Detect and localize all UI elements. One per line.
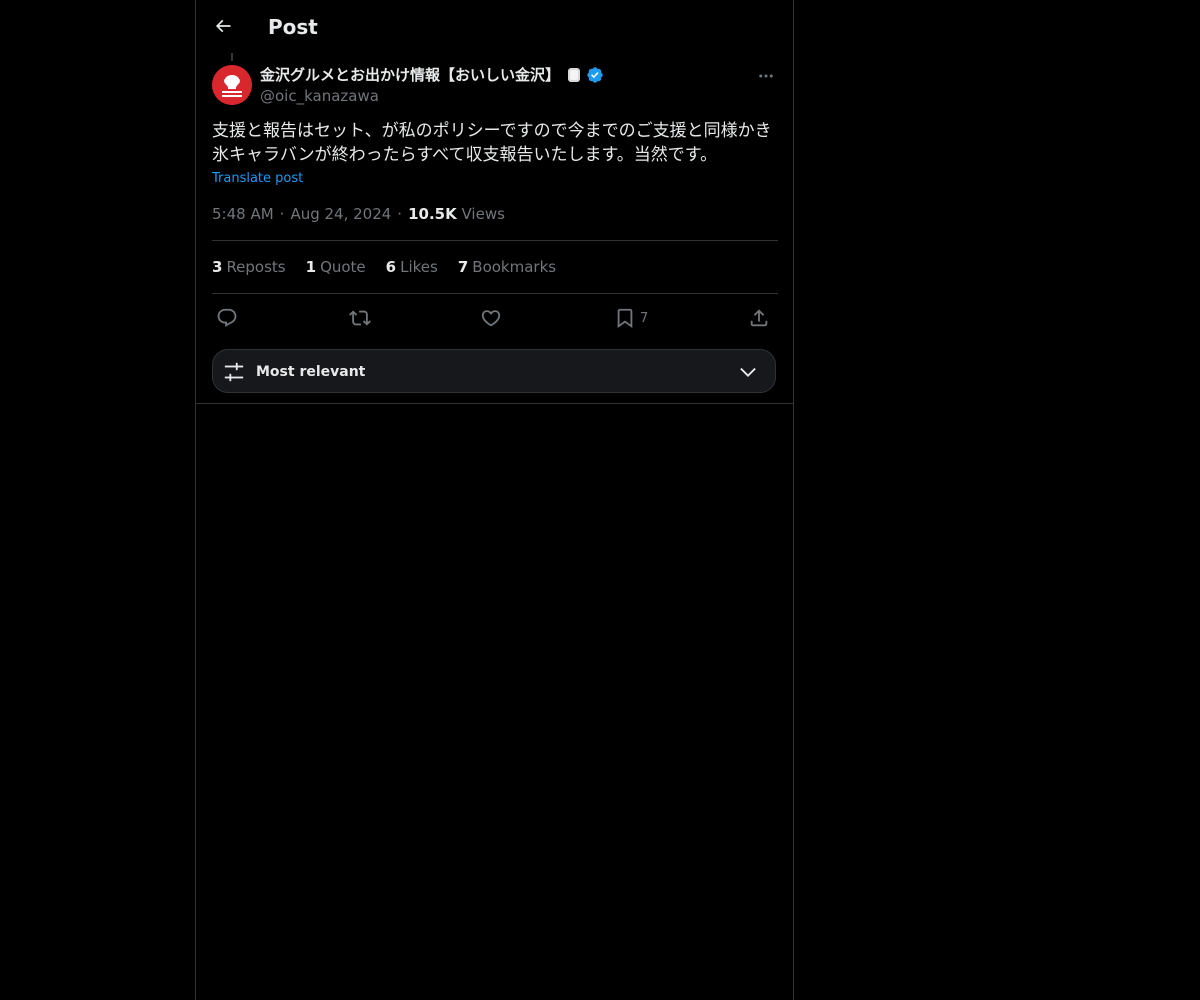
stat-label: Quote bbox=[320, 258, 366, 276]
meta-separator: · bbox=[397, 205, 403, 223]
sort-replies-dropdown[interactable]: Most relevant bbox=[212, 349, 776, 393]
views-count: 10.5K bbox=[408, 205, 457, 223]
verified-badge-icon[interactable] bbox=[586, 66, 604, 84]
bookmark-icon bbox=[617, 308, 633, 329]
reply-button[interactable] bbox=[216, 304, 238, 332]
sliders-icon bbox=[224, 362, 244, 382]
main-column: Post 金沢グルメとお出かけ情報【おいしい金沢】 @oic_kanazawa … bbox=[195, 0, 794, 1000]
post-text: 支援と報告はセット、が私のポリシーですので今までのご支援と同様かき氷キャラバンが… bbox=[212, 121, 772, 165]
translate-post-link[interactable]: Translate post bbox=[212, 170, 303, 188]
reply-icon bbox=[217, 308, 237, 327]
share-icon bbox=[750, 309, 768, 327]
thread-connector-line bbox=[231, 53, 233, 61]
post-actions-bar: 7 bbox=[212, 300, 778, 336]
author-handle[interactable]: @oic_kanazawa bbox=[260, 86, 379, 106]
stat-reposts[interactable]: 3 Reposts bbox=[212, 257, 286, 277]
like-button[interactable] bbox=[480, 304, 502, 332]
author-name-row: 金沢グルメとお出かけ情報【おいしい金沢】 bbox=[260, 65, 604, 85]
meta-separator: · bbox=[279, 205, 285, 223]
post-stats: 3 Reposts 1 Quote 6 Likes 7 Bookmarks bbox=[212, 257, 556, 277]
stat-quotes[interactable]: 1 Quote bbox=[306, 257, 366, 277]
share-button[interactable] bbox=[748, 304, 770, 332]
stat-count: 6 bbox=[385, 258, 397, 276]
back-button[interactable] bbox=[206, 9, 240, 43]
divider bbox=[212, 240, 778, 241]
sort-label: Most relevant bbox=[256, 364, 366, 380]
post-meta: 5:48 AM · Aug 24, 2024 · 10.5K Views bbox=[212, 204, 505, 224]
stat-label: Reposts bbox=[226, 258, 286, 276]
stat-count: 1 bbox=[305, 258, 317, 276]
author-name[interactable]: 金沢グルメとお出かけ情報【おいしい金沢】 bbox=[260, 65, 560, 85]
page-title: Post bbox=[268, 15, 318, 39]
repost-button[interactable] bbox=[349, 304, 371, 332]
more-dots-icon bbox=[759, 74, 773, 78]
stat-label: Bookmarks bbox=[472, 258, 557, 276]
post-time[interactable]: 5:48 AM bbox=[212, 205, 274, 223]
post-date[interactable]: Aug 24, 2024 bbox=[290, 205, 391, 223]
page-header: Post bbox=[196, 0, 793, 53]
heart-icon bbox=[481, 310, 501, 327]
avatar[interactable] bbox=[212, 65, 252, 105]
post-author-row: 金沢グルメとお出かけ情報【おいしい金沢】 @oic_kanazawa bbox=[212, 64, 778, 108]
bookmark-count: 7 bbox=[640, 310, 649, 326]
bookmark-button[interactable]: 7 bbox=[614, 304, 648, 332]
section-divider bbox=[196, 403, 793, 404]
divider bbox=[212, 293, 778, 294]
stat-count: 7 bbox=[457, 258, 469, 276]
more-options-button[interactable] bbox=[754, 64, 778, 88]
stat-bookmarks[interactable]: 7 Bookmarks bbox=[458, 257, 556, 277]
shaved-ice-emoji-icon bbox=[568, 68, 581, 82]
repost-icon bbox=[349, 310, 371, 326]
stat-count: 3 bbox=[212, 258, 223, 276]
views-label: Views bbox=[461, 205, 505, 223]
stat-likes[interactable]: 6 Likes bbox=[386, 257, 438, 277]
stat-label: Likes bbox=[400, 258, 438, 276]
arrow-left-icon bbox=[215, 19, 231, 33]
chevron-down-icon bbox=[740, 367, 756, 377]
avatar-logo-icon bbox=[212, 65, 252, 105]
